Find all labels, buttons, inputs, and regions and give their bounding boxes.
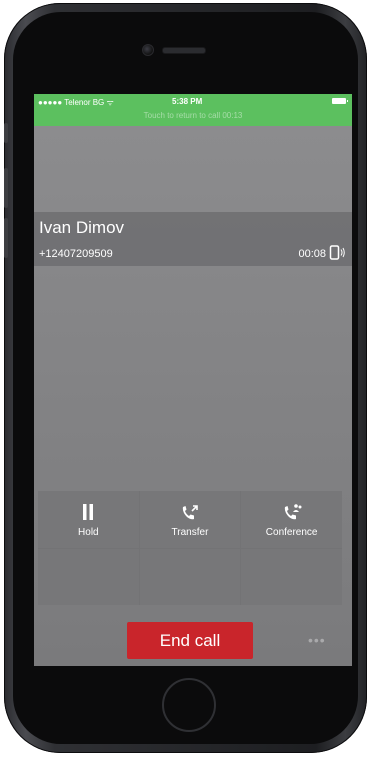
call-actions-grid: Hold Transfer Conference [38,491,342,605]
conference-button[interactable]: Conference [241,491,342,548]
conference-label: Conference [265,527,318,538]
battery-icon [332,98,348,104]
end-call-button[interactable]: End call [127,622,253,659]
transfer-button[interactable]: Transfer [139,491,241,548]
volume-down-button [4,218,8,258]
call-screen: ●●●●● Telenor BG ᯤ 5:38 PM Touch to retu… [34,94,352,666]
caller-number: +12407209509 [39,248,113,260]
status-bar[interactable]: ●●●●● Telenor BG ᯤ 5:38 PM Touch to retu… [34,94,352,126]
return-to-call-banner[interactable]: Touch to return to call 00:13 [34,111,352,120]
empty-action-slot [139,548,241,605]
transfer-label: Transfer [171,527,209,538]
hold-label: Hold [78,527,99,538]
carrier-label: ●●●●● Telenor BG ᯤ [38,98,114,107]
speaker-device-icon[interactable] [329,245,346,260]
mute-switch [4,123,8,143]
earpiece-speaker [162,47,206,54]
clock: 5:38 PM [172,97,203,106]
phone-transfer-icon [182,505,198,520]
caller-info: Ivan Dimov +12407209509 00:08 [34,212,352,266]
pause-icon [83,504,94,520]
hold-button[interactable]: Hold [38,491,139,548]
front-camera [142,44,154,56]
more-options-icon[interactable]: ••• [308,632,326,648]
caller-name: Ivan Dimov [39,218,125,237]
home-button[interactable] [162,678,216,732]
volume-up-button [4,168,8,208]
empty-action-slot [241,548,342,605]
empty-action-slot [38,548,139,605]
phone-conference-icon [284,504,302,520]
call-duration: 00:08 [298,248,326,260]
